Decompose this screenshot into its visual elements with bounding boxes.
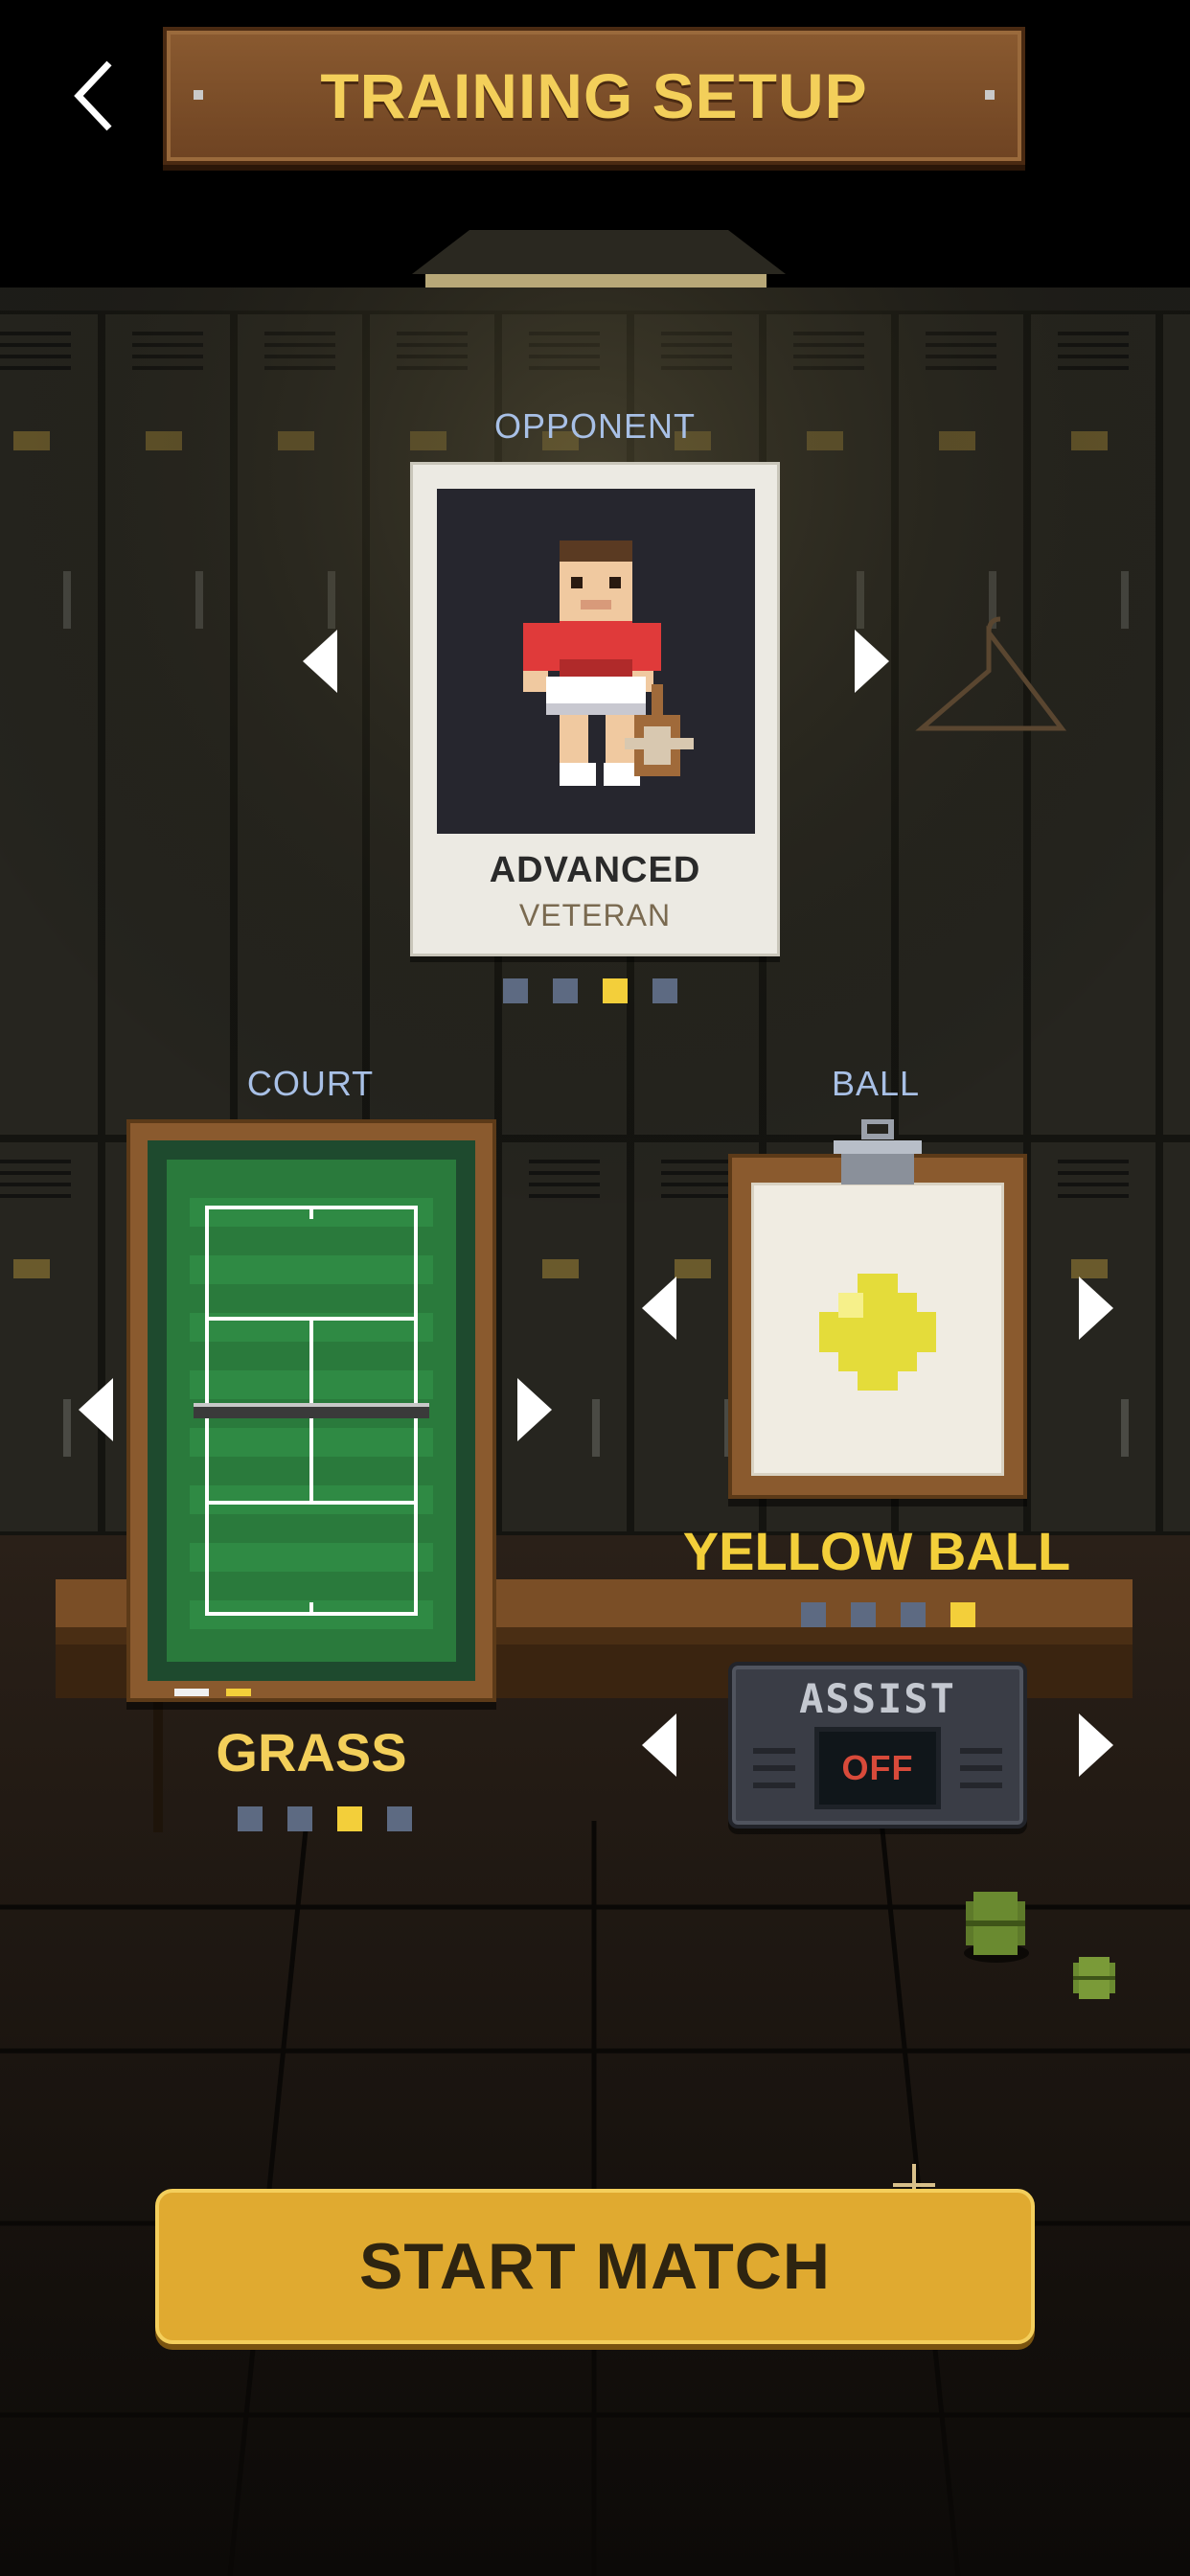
page-dot-active bbox=[603, 978, 628, 1003]
start-match-button[interactable]: START MATCH bbox=[155, 2189, 1035, 2344]
triangle-left-icon bbox=[642, 1714, 676, 1777]
opponent-name: ADVANCED bbox=[489, 850, 701, 890]
vent-icon bbox=[960, 1748, 1002, 1754]
opponent-card[interactable]: ADVANCED VETERAN bbox=[410, 462, 780, 956]
triangle-right-icon bbox=[855, 630, 889, 693]
opponent-prev-button[interactable] bbox=[299, 628, 341, 695]
court-prev-button[interactable] bbox=[75, 1376, 117, 1443]
page-dot bbox=[287, 1806, 312, 1831]
page-title: TRAINING SETUP bbox=[320, 60, 868, 131]
court-next-button[interactable] bbox=[514, 1376, 556, 1443]
ball-card[interactable] bbox=[728, 1154, 1027, 1499]
tennis-ball-prop bbox=[1073, 1957, 1115, 1999]
ball-page-indicator bbox=[801, 1602, 975, 1627]
page-dot bbox=[801, 1602, 826, 1627]
ball-next-button[interactable] bbox=[1075, 1275, 1117, 1342]
page-dot bbox=[238, 1806, 263, 1831]
triangle-right-icon bbox=[1079, 1714, 1113, 1777]
vent-icon bbox=[753, 1782, 795, 1788]
assist-prev-button[interactable] bbox=[638, 1712, 680, 1779]
page-dot bbox=[901, 1602, 926, 1627]
clipboard-clip-icon bbox=[834, 1119, 922, 1184]
court-label: COURT bbox=[246, 1064, 375, 1103]
vent-icon bbox=[960, 1765, 1002, 1771]
page-dot-active bbox=[950, 1602, 975, 1627]
triangle-right-icon bbox=[1079, 1276, 1113, 1340]
opponent-page-indicator bbox=[503, 978, 677, 1003]
assist-value: OFF bbox=[841, 1748, 914, 1787]
page-dot bbox=[503, 978, 528, 1003]
vent-icon bbox=[960, 1782, 1002, 1788]
triangle-left-icon bbox=[79, 1378, 113, 1441]
ball-prev-button[interactable] bbox=[638, 1275, 680, 1342]
nail-icon bbox=[194, 90, 203, 100]
chevron-left-icon bbox=[74, 60, 112, 131]
page-dot bbox=[851, 1602, 876, 1627]
assist-display: OFF bbox=[814, 1727, 941, 1809]
nail-icon bbox=[985, 90, 995, 100]
opponent-label: OPPONENT bbox=[493, 406, 697, 446]
vent-icon bbox=[753, 1765, 795, 1771]
ball-name: YELLOW BALL bbox=[682, 1521, 1071, 1581]
court-board-tag bbox=[226, 1689, 251, 1696]
court-preview bbox=[148, 1140, 475, 1681]
back-button[interactable] bbox=[67, 58, 125, 134]
start-match-label: START MATCH bbox=[359, 2230, 831, 2303]
vent-icon bbox=[753, 1748, 795, 1754]
ball-label: BALL bbox=[831, 1064, 921, 1103]
tennis-ball-prop bbox=[964, 1892, 1029, 1963]
title-banner: TRAINING SETUP bbox=[163, 27, 1025, 165]
assist-toggle-panel[interactable]: ASSIST OFF bbox=[728, 1662, 1027, 1828]
court-name: GRASS bbox=[216, 1722, 407, 1782]
triangle-left-icon bbox=[642, 1276, 676, 1340]
triangle-left-icon bbox=[303, 630, 337, 693]
page-dot bbox=[553, 978, 578, 1003]
opponent-portrait bbox=[437, 489, 755, 834]
page-dot-active bbox=[337, 1806, 362, 1831]
assist-title: ASSIST bbox=[799, 1675, 956, 1722]
page-dot bbox=[387, 1806, 412, 1831]
court-board-tag bbox=[174, 1689, 209, 1696]
court-card[interactable] bbox=[126, 1119, 496, 1702]
ball-icon bbox=[819, 1274, 936, 1391]
ball-paper bbox=[751, 1183, 1004, 1476]
triangle-right-icon bbox=[517, 1378, 552, 1441]
page-dot bbox=[652, 978, 677, 1003]
opponent-next-button[interactable] bbox=[851, 628, 893, 695]
court-page-indicator bbox=[238, 1806, 412, 1831]
assist-next-button[interactable] bbox=[1075, 1712, 1117, 1779]
opponent-subtitle: VETERAN bbox=[518, 898, 672, 932]
